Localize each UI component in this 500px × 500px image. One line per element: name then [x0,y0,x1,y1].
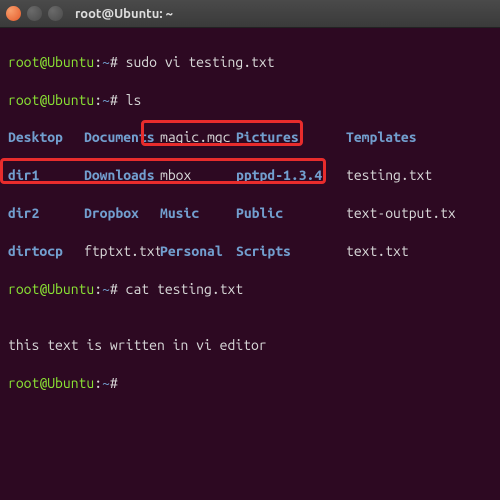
maximize-icon[interactable] [48,6,63,21]
ls-item: Desktop [8,128,84,147]
command-text: cat testing.txt [118,281,243,297]
prompt-colon: : [94,375,102,391]
ls-item: Scripts [236,242,346,261]
prompt-hash: # [110,375,118,391]
terminal-body[interactable]: root@Ubuntu:~# sudo vi testing.txt root@… [0,28,500,493]
ls-row: dir2DropboxMusicPublictext-output.tx [8,204,492,223]
ls-row: DesktopDocumentsmagic.mgcPicturesTemplat… [8,128,492,147]
ls-item: Dropbox [84,204,160,223]
prompt-path: ~ [102,375,110,391]
prompt-line: root@Ubuntu:~# ls [8,91,492,110]
prompt-hash: # [110,281,118,297]
command-text: sudo vi testing.txt [118,54,275,70]
prompt-user: root@Ubuntu [8,92,94,108]
prompt-line: root@Ubuntu:~# [8,374,492,393]
prompt-user: root@Ubuntu [8,281,94,297]
close-icon[interactable] [6,6,21,21]
ls-item: Downloads [84,166,160,185]
ls-item: dir2 [8,204,84,223]
ls-item: magic.mgc [160,128,236,147]
prompt-path: ~ [102,281,110,297]
prompt-user: root@Ubuntu [8,375,94,391]
ls-item: mbox [160,166,236,185]
ls-row: dir1Downloadsmboxpptpd-1.3.4testing.txt [8,166,492,185]
ls-item: Templates [346,128,417,147]
ls-item: Music [160,204,236,223]
ls-item: text-output.tx [346,204,456,223]
ls-item: Public [236,204,346,223]
ls-item: dirtocp [8,242,84,261]
ls-item: pptpd-1.3.4 [236,166,346,185]
prompt-hash: # [110,54,118,70]
prompt-path: ~ [102,54,110,70]
ls-item: text.txt [346,242,409,261]
ls-item: Documents [84,128,160,147]
titlebar[interactable]: root@Ubuntu: ~ [0,0,500,28]
prompt-path: ~ [102,92,110,108]
terminal-window: root@Ubuntu: ~ root@Ubuntu:~# sudo vi te… [0,0,500,500]
prompt-colon: : [94,281,102,297]
output-line: this text is written in vi editor [8,336,492,355]
command-text: ls [118,92,142,108]
prompt-line: root@Ubuntu:~# sudo vi testing.txt [8,53,492,72]
prompt-colon: : [94,54,102,70]
prompt-hash: # [110,92,118,108]
prompt-colon: : [94,92,102,108]
ls-item: Personal [160,242,236,261]
prompt-user: root@Ubuntu [8,54,94,70]
ls-item: ftptxt.txt [84,242,160,261]
ls-item: testing.txt [346,166,432,185]
ls-item: dir1 [8,166,84,185]
minimize-icon[interactable] [27,6,42,21]
prompt-line: root@Ubuntu:~# cat testing.txt [8,280,492,299]
ls-item: Pictures [236,128,346,147]
ls-row: dirtocpftptxt.txtPersonalScriptstext.txt [8,242,492,261]
window-title: root@Ubuntu: ~ [75,7,173,21]
